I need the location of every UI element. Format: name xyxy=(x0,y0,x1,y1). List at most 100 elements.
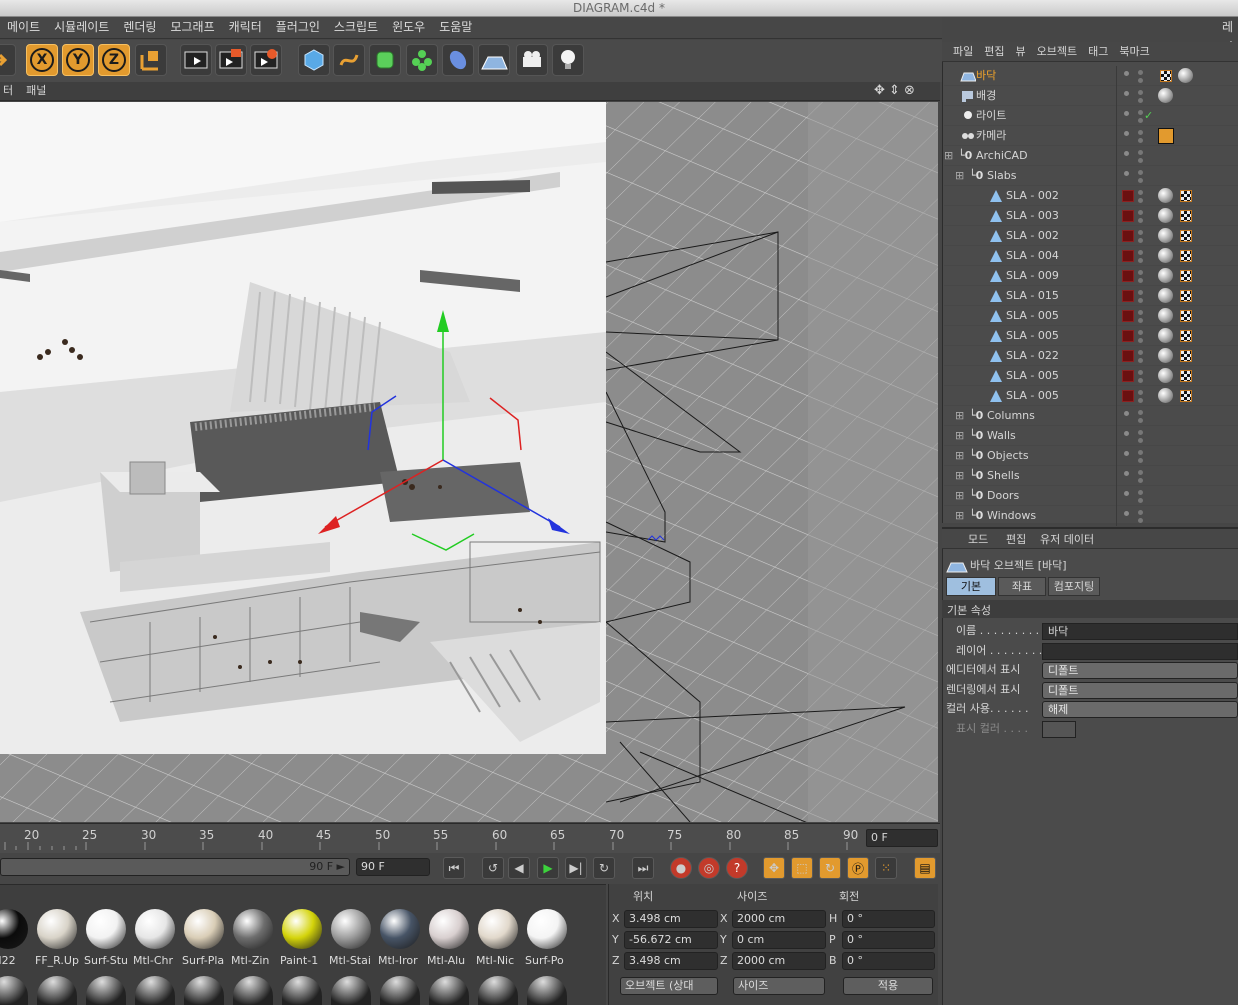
apply-button[interactable]: 적용 xyxy=(843,977,933,995)
object-tree-item[interactable]: ⊞ └0 Columns xyxy=(944,406,1238,426)
render-visibility-dot[interactable] xyxy=(1138,490,1143,495)
record-rotation-icon[interactable]: ↻ xyxy=(819,857,841,879)
size-field[interactable]: 0 cm xyxy=(732,931,826,949)
position-field[interactable]: 3.498 cm xyxy=(624,910,718,928)
obj-menu-file[interactable]: 파일 xyxy=(942,42,973,62)
editor-visibility-dot[interactable] xyxy=(1124,451,1129,456)
render-visibility-dot[interactable] xyxy=(1138,350,1143,355)
texture-tag-icon[interactable] xyxy=(1180,230,1192,242)
attribute-value-field[interactable]: 바닥 xyxy=(1042,623,1238,640)
editor-visibility-dot[interactable] xyxy=(1124,491,1129,496)
tab-coordinates[interactable]: 좌표 xyxy=(998,577,1046,596)
render-visibility-dot[interactable] xyxy=(1138,290,1143,295)
render-visibility-dot[interactable] xyxy=(1138,450,1143,455)
previous-key-icon[interactable]: ↺ xyxy=(482,857,504,879)
object-tree-item[interactable]: ⊞ └0 Walls xyxy=(944,426,1238,446)
menu-item-mograph[interactable]: 모그래프 xyxy=(163,17,221,37)
render-visibility-dot[interactable] xyxy=(1138,158,1143,163)
render-visibility-dot[interactable] xyxy=(1138,498,1143,503)
render-visibility-dot[interactable] xyxy=(1138,278,1143,283)
viewport-menu-panel[interactable]: 패널 xyxy=(23,82,56,100)
editor-visibility-dot[interactable] xyxy=(1124,111,1129,116)
material-tag-icon[interactable] xyxy=(1158,248,1173,263)
size-mode-dropdown[interactable]: 사이즈 xyxy=(733,977,825,995)
editor-visibility-dot[interactable] xyxy=(1124,411,1129,416)
object-tree-item[interactable]: SLA - 002 xyxy=(944,226,1238,246)
layer-color-swatch[interactable] xyxy=(1122,370,1134,382)
attribute-value-field[interactable]: 디폴트 xyxy=(1042,681,1238,699)
obj-menu-bookmarks[interactable]: 북마크 xyxy=(1108,42,1149,62)
render-visibility-dot[interactable] xyxy=(1138,398,1143,403)
render-visibility-dot[interactable] xyxy=(1138,390,1143,395)
editor-visibility-dot[interactable] xyxy=(1124,91,1129,96)
texture-tag-icon[interactable] xyxy=(1180,390,1192,402)
material-tag-icon[interactable] xyxy=(1158,388,1173,403)
object-tree-item[interactable]: SLA - 005 xyxy=(944,386,1238,406)
material-swatch[interactable]: Mtl-Zin xyxy=(231,908,276,970)
position-field[interactable]: 3.498 cm xyxy=(624,952,718,970)
material-swatch[interactable]: LM22 xyxy=(0,908,31,970)
texture-tag-icon[interactable] xyxy=(1180,310,1192,322)
layer-color-swatch[interactable] xyxy=(1122,310,1134,322)
menu-item-simulate[interactable]: 시뮬레이트 xyxy=(47,17,116,37)
material-tag-icon[interactable] xyxy=(1158,348,1173,363)
obj-menu-view[interactable]: 뷰 xyxy=(1005,42,1026,62)
editor-visibility-dot[interactable] xyxy=(1124,431,1129,436)
object-tree-item[interactable]: ⊞ └0 Slabs xyxy=(944,166,1238,186)
editor-visibility-dot[interactable] xyxy=(1124,131,1129,136)
object-tree-item[interactable]: 배경 xyxy=(944,86,1238,106)
rotation-field[interactable]: 0 ° xyxy=(842,910,935,928)
menu-item-help[interactable]: 도움말 xyxy=(432,17,479,37)
render-visibility-dot[interactable] xyxy=(1138,190,1143,195)
texture-tag-icon[interactable] xyxy=(1180,250,1192,262)
obj-menu-object[interactable]: 오브젝트 xyxy=(1026,42,1077,62)
material-tag-icon[interactable] xyxy=(1158,208,1173,223)
previous-frame-icon[interactable]: ◀ xyxy=(508,857,530,879)
go-to-end-icon[interactable]: ⏭ xyxy=(632,857,654,879)
material-swatch[interactable]: Surf-Stu xyxy=(84,908,129,970)
texture-tag-icon[interactable] xyxy=(1180,290,1192,302)
attribute-value-field[interactable] xyxy=(1042,642,1238,660)
layer-color-swatch[interactable] xyxy=(1122,190,1134,202)
texture-tag-icon[interactable] xyxy=(1180,270,1192,282)
obj-menu-edit[interactable]: 편집 xyxy=(973,42,1004,62)
tab-basic[interactable]: 기본 xyxy=(946,577,996,596)
enabled-check-icon[interactable]: ✓ xyxy=(1144,106,1153,126)
material-swatch[interactable]: Surf-Pla xyxy=(182,908,227,970)
render-visibility-dot[interactable] xyxy=(1138,150,1143,155)
texture-tag-icon[interactable] xyxy=(1180,370,1192,382)
render-visibility-dot[interactable] xyxy=(1138,218,1143,223)
next-frame-icon[interactable]: ▶| xyxy=(565,857,587,879)
material-tag-icon[interactable] xyxy=(1158,88,1173,103)
render-visibility-dot[interactable] xyxy=(1138,78,1143,83)
material-swatch[interactable]: Mtl-Alu xyxy=(427,908,472,970)
render-visibility-dot[interactable] xyxy=(1138,458,1143,463)
menu-item-plugins[interactable]: 플러그인 xyxy=(269,17,327,37)
render-visibility-dot[interactable] xyxy=(1138,238,1143,243)
attribute-value-field[interactable]: 디폴트 xyxy=(1042,662,1238,679)
record-point-level-icon[interactable]: ⁙ xyxy=(875,857,897,879)
lock-y-axis-button[interactable]: Y xyxy=(62,44,94,76)
render-visibility-dot[interactable] xyxy=(1138,370,1143,375)
render-visibility-dot[interactable] xyxy=(1138,98,1143,103)
object-tree-item[interactable]: ⊞ └0 ArchiCAD xyxy=(944,146,1238,166)
end-frame-field[interactable]: 90 F xyxy=(356,858,430,876)
rotation-field[interactable]: 0 ° xyxy=(842,931,935,949)
protection-tag-icon[interactable] xyxy=(1158,128,1174,144)
render-visibility-dot[interactable] xyxy=(1138,438,1143,443)
subdivision-surface-icon[interactable] xyxy=(369,44,401,76)
object-tree-item[interactable]: 바닥 xyxy=(944,66,1238,86)
attr-menu-user-data[interactable]: 유저 데이터 xyxy=(1040,531,1094,547)
material-tag-icon[interactable] xyxy=(1158,368,1173,383)
layer-color-swatch[interactable] xyxy=(1122,210,1134,222)
render-visibility-dot[interactable] xyxy=(1138,378,1143,383)
keyframe-selection-icon[interactable]: ? xyxy=(726,857,748,879)
editor-visibility-dot[interactable] xyxy=(1124,151,1129,156)
layer-color-swatch[interactable] xyxy=(1122,350,1134,362)
timeline-ruler[interactable]: 20 25 30 35 40 45 50 55 60 65 70 75 80 8… xyxy=(0,823,940,853)
render-visibility-dot[interactable] xyxy=(1138,70,1143,75)
coordinate-system-icon[interactable] xyxy=(135,44,167,76)
material-tag-icon[interactable] xyxy=(1158,328,1173,343)
lock-x-axis-button[interactable]: X xyxy=(26,44,58,76)
light-bulb-icon[interactable] xyxy=(552,44,584,76)
